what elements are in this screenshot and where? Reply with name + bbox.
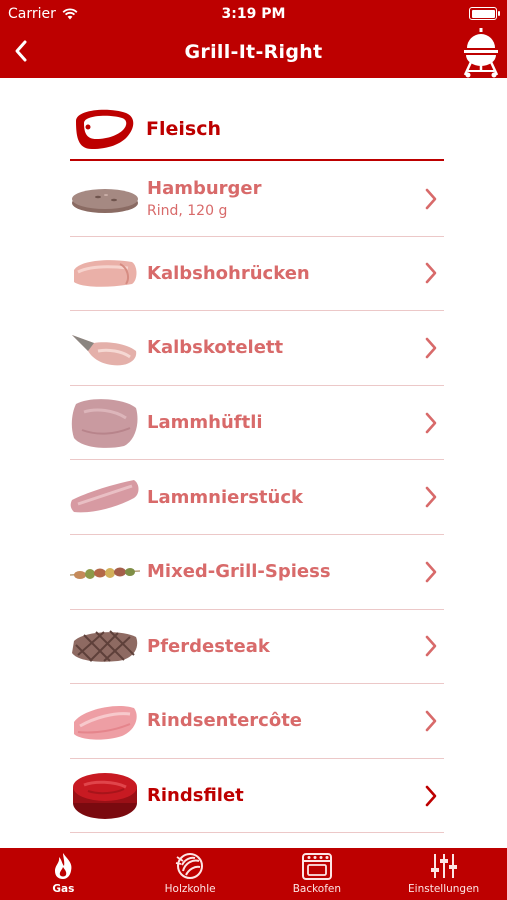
list-item[interactable]: Kalbskotelett <box>70 311 444 386</box>
list-item[interactable]: Hamburger Rind, 120 g <box>70 162 444 237</box>
chevron-right-icon <box>425 710 437 732</box>
tab-bar: Gas Holzkohle Backofen Einstellungen <box>0 848 507 900</box>
chevron-right-icon <box>425 263 437 284</box>
item-name: Lammnierstück <box>147 486 303 508</box>
oven-icon <box>301 853 332 880</box>
nav-bar: Grill-It-Right <box>0 28 507 78</box>
horse-steak-image <box>72 630 138 663</box>
charcoal-icon <box>175 853 204 879</box>
veal-loin-image <box>74 260 137 288</box>
list-item[interactable]: Lammhüftli <box>70 386 444 461</box>
tab-backofen[interactable]: Backofen <box>254 848 381 900</box>
item-subtitle: Rind, 120 g <box>147 203 228 220</box>
page-title: Grill-It-Right <box>184 41 323 63</box>
tab-label: Backofen <box>292 883 342 895</box>
section-title: Fleisch <box>146 118 221 140</box>
hamburger-image <box>72 188 138 213</box>
battery-icon <box>469 7 500 20</box>
section-divider <box>70 159 444 161</box>
chevron-right-icon <box>425 561 437 583</box>
tab-label: Gas <box>52 883 75 895</box>
tab-label: Einstellungen <box>408 883 480 895</box>
item-name: Rindsfilet <box>147 785 244 807</box>
list-item[interactable]: Lammnierstück <box>70 460 444 535</box>
veal-chop-image <box>72 334 137 366</box>
header: Carrier 3:19 PM Grill-It-Right <box>0 0 507 78</box>
item-name: Hamburger <box>147 178 262 200</box>
item-name: Pferdesteak <box>147 635 270 657</box>
entrecote-image <box>74 705 137 740</box>
item-name: Mixed-Grill-Spiess <box>147 561 331 583</box>
chevron-right-icon <box>425 486 437 508</box>
list-item[interactable]: Kalbshohrücken <box>70 237 444 312</box>
tab-einstellungen[interactable]: Einstellungen <box>380 848 507 900</box>
skewer-image <box>70 567 140 579</box>
chevron-right-icon <box>425 785 437 806</box>
clock: 3:19 PM <box>221 6 286 22</box>
item-name: Rindsentercôte <box>147 710 303 732</box>
chevron-right-icon <box>425 636 437 657</box>
beef-filet-image <box>73 772 137 819</box>
flame-icon <box>55 853 72 879</box>
list-item[interactable]: Pferdesteak <box>70 610 444 685</box>
list-item[interactable]: Mixed-Grill-Spiess <box>70 535 444 610</box>
item-name: Kalbshohrücken <box>147 262 310 284</box>
status-bar: Carrier 3:19 PM <box>0 0 507 28</box>
chevron-right-icon <box>425 188 437 210</box>
grill-icon[interactable] <box>459 28 503 78</box>
sliders-icon <box>430 854 457 878</box>
item-name: Kalbskotelett <box>147 337 284 359</box>
lamb-loin-image <box>70 480 139 513</box>
chevron-right-icon <box>425 412 437 433</box>
tab-holzkohle[interactable]: Holzkohle <box>127 848 254 900</box>
item-name: Lammhüftli <box>147 412 263 434</box>
lamb-rump-image <box>71 398 138 448</box>
steak-icon <box>76 109 134 149</box>
tab-label: Holzkohle <box>164 883 216 895</box>
list-item[interactable]: Rindsfilet <box>70 759 444 834</box>
content-area: Fleisch Hamburger Rind, 120 g Kalbshohrü… <box>0 78 507 848</box>
list-item[interactable]: Rindsentercôte <box>70 684 444 759</box>
chevron-right-icon <box>425 337 437 359</box>
tab-gas[interactable]: Gas <box>0 848 127 900</box>
section-header: Fleisch <box>70 96 444 162</box>
meat-list: Hamburger Rind, 120 g Kalbshohrücken Kal… <box>70 162 444 834</box>
app-screen: Carrier 3:19 PM Grill-It-Right Fleisch H… <box>0 0 507 900</box>
